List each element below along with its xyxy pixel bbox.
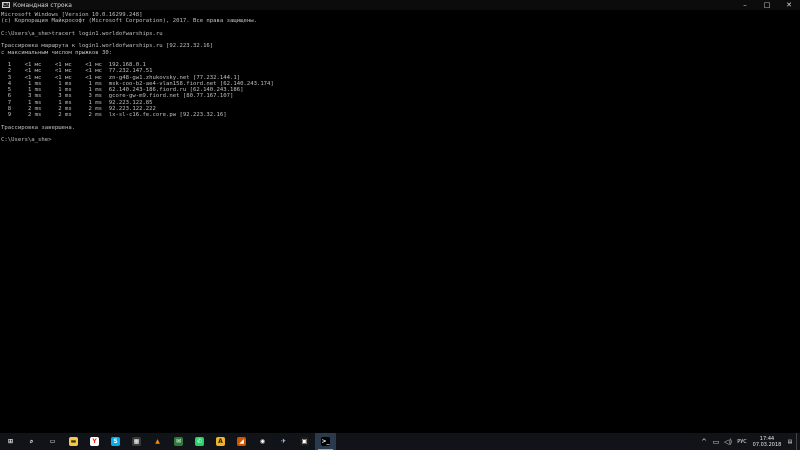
hexchat-icon: ✉ — [174, 437, 183, 446]
taskbar-button[interactable]: ⊞ — [0, 433, 21, 450]
taskbar-button[interactable]: A — [210, 433, 231, 450]
media-player-icon: ▣ — [300, 437, 309, 446]
taskbar-apps: ⊞ ⌕ ▭ ▬ Y S ▦ ▲ ✉ ✆ A ◢ ◉ ✈ ▣ >_ — [0, 433, 336, 450]
close-button[interactable]: ✕ — [778, 0, 800, 10]
whatsapp-icon: ✆ — [195, 437, 204, 446]
taskbar-button[interactable]: ▭ — [42, 433, 63, 450]
volume-icon[interactable]: ◁) — [722, 433, 734, 450]
language-indicator[interactable]: РУС — [734, 439, 750, 445]
clock-date: 07.03.2018 — [752, 441, 782, 448]
command-prompt-icon: >_ — [321, 437, 330, 446]
calculator-icon: ▦ — [132, 437, 141, 446]
taskbar-button[interactable]: ✉ — [168, 433, 189, 450]
taskbar-button[interactable]: ✆ — [189, 433, 210, 450]
taskbar-button[interactable]: S — [105, 433, 126, 450]
taskbar-button[interactable]: ▬ — [63, 433, 84, 450]
steam-icon: ◉ — [259, 438, 266, 445]
taskbar: ⊞ ⌕ ▭ ▬ Y S ▦ ▲ ✉ ✆ A ◢ ◉ ✈ ▣ >_ ^ ▭ ◁) РУС 17:44 07.03… — [0, 433, 800, 450]
world-of-warships-icon: ✈ — [280, 438, 287, 445]
file-explorer-icon: ▬ — [69, 437, 78, 446]
system-tray: ^ ▭ ◁) РУС 17:44 07.03.2018 ▤ — [698, 433, 800, 450]
taskbar-button[interactable]: ⌕ — [21, 433, 42, 450]
taskbar-button[interactable]: ◉ — [252, 433, 273, 450]
vlc-icon: ▲ — [155, 438, 160, 445]
console-output[interactable]: Microsoft Windows [Version 10.0.16299.24… — [0, 10, 800, 433]
command-prompt-window-icon[interactable]: C:\ — [2, 2, 10, 8]
skype-icon: S — [111, 437, 120, 446]
taskbar-button[interactable]: Y — [84, 433, 105, 450]
title-bar[interactable]: C:\ Командная строка – □ ✕ — [0, 0, 800, 10]
network-icon[interactable]: ▭ — [710, 433, 722, 450]
show-hidden-icons-icon[interactable]: ^ — [698, 433, 710, 450]
taskbar-button[interactable]: ▲ — [147, 433, 168, 450]
aimp-icon: A — [216, 437, 225, 446]
yandex-browser-icon: Y — [90, 437, 99, 446]
window-title: Командная строка — [13, 1, 72, 9]
show-desktop-button[interactable] — [796, 433, 800, 450]
minimize-button[interactable]: – — [734, 0, 756, 10]
console-line: C:\Users\a_she> — [1, 137, 52, 143]
clock[interactable]: 17:44 07.03.2018 — [750, 436, 784, 448]
taskbar-button[interactable]: >_ — [315, 433, 336, 450]
maximize-button[interactable]: □ — [756, 0, 778, 10]
taskbar-button[interactable]: ✈ — [273, 433, 294, 450]
taskbar-button[interactable]: ▣ — [294, 433, 315, 450]
search-icon: ⌕ — [29, 437, 34, 445]
taskbar-button[interactable]: ▦ — [126, 433, 147, 450]
action-center-icon[interactable]: ▤ — [784, 433, 796, 450]
windows-start-icon: ⊞ — [7, 438, 14, 445]
task-view-icon: ▭ — [49, 438, 56, 445]
game-launcher-icon: ◢ — [237, 437, 246, 446]
taskbar-button[interactable]: ◢ — [231, 433, 252, 450]
